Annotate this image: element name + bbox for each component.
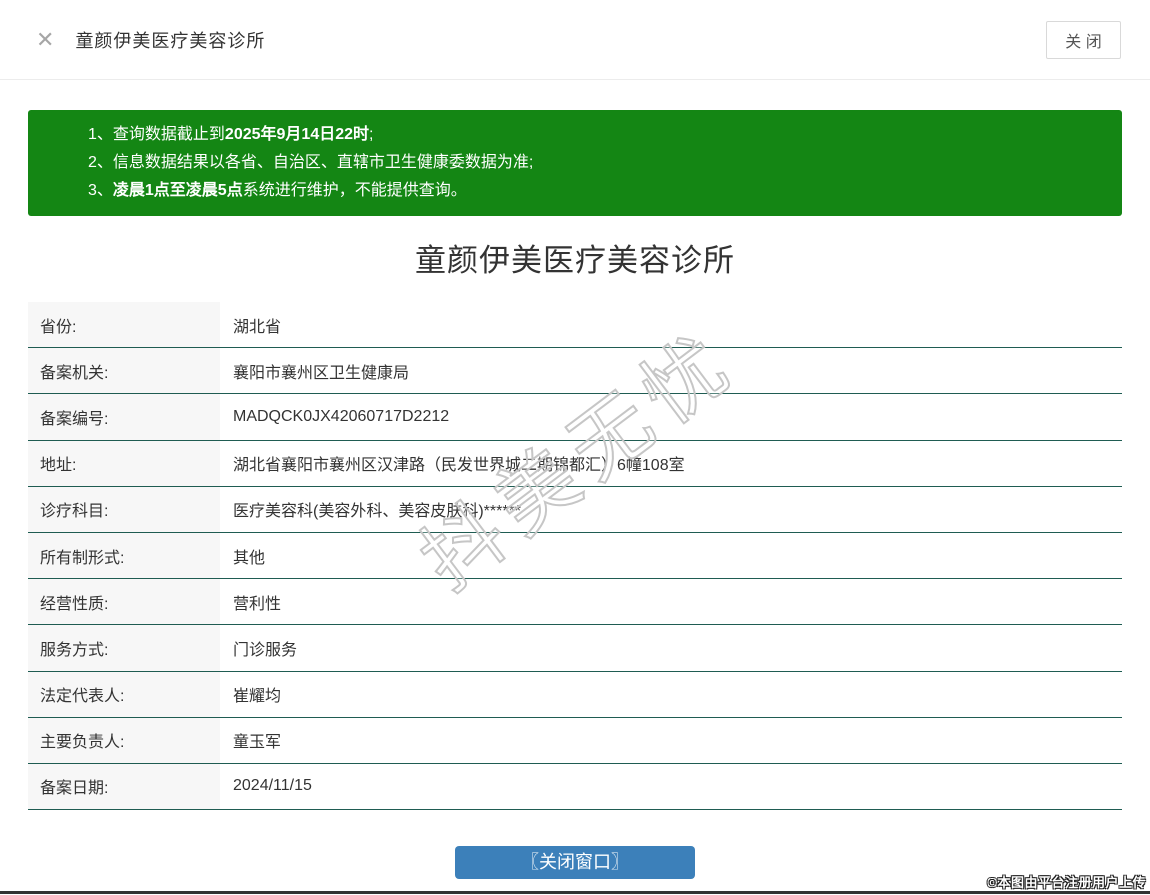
bottom-divider xyxy=(0,891,1150,894)
notice-line-2: 2、信息数据结果以各省、自治区、直辖市卫生健康委数据为准; xyxy=(88,149,1102,177)
row-value: 2024/11/15 xyxy=(220,777,1122,795)
row-label: 法定代表人: xyxy=(28,672,220,717)
row-label: 所有制形式: xyxy=(28,533,220,578)
notice-bold-text: 凌晨1点至凌晨5点 xyxy=(113,182,243,199)
row-value: 医疗美容科(美容外科、美容皮肤科)****** xyxy=(220,497,1122,521)
row-label: 服务方式: xyxy=(28,625,220,670)
table-row-address: 地址: 湖北省襄阳市襄州区汉津路（民发世界城二期锦都汇）6幢108室 xyxy=(28,441,1122,487)
image-credit: ©本图由平台注册用户上传 xyxy=(987,872,1146,891)
close-window-button[interactable]: 〖关闭窗口〗 xyxy=(455,846,695,879)
notice-text: 系统进行维护，不能提供查询。 xyxy=(243,182,467,199)
row-value: 襄阳市襄州区卫生健康局 xyxy=(220,359,1122,383)
notice-box: 1、查询数据截止到2025年9月14日22时; 2、信息数据结果以各省、自治区、… xyxy=(28,110,1122,216)
close-button[interactable]: 关 闭 xyxy=(1046,21,1121,59)
row-value: 营利性 xyxy=(220,590,1122,614)
row-label: 诊疗科目: xyxy=(28,487,220,532)
notice-text: 信息数据结果以各省、自治区、直辖市卫生健康委数据为准; xyxy=(113,154,533,171)
notice-bold-text: 2025年9月14日22时 xyxy=(225,126,369,143)
table-row-filing-date: 备案日期: 2024/11/15 xyxy=(28,764,1122,810)
table-row-ownership: 所有制形式: 其他 xyxy=(28,533,1122,579)
row-value: 其他 xyxy=(220,544,1122,568)
info-table: 省份: 湖北省 备案机关: 襄阳市襄州区卫生健康局 备案编号: MADQCK0J… xyxy=(28,302,1122,810)
row-label: 备案编号: xyxy=(28,394,220,439)
notice-num: 1、 xyxy=(88,126,113,143)
notice-num: 3、 xyxy=(88,182,113,199)
row-label: 省份: xyxy=(28,302,220,347)
row-label: 经营性质: xyxy=(28,579,220,624)
table-row-legal-representative: 法定代表人: 崔耀均 xyxy=(28,672,1122,718)
table-row-service-mode: 服务方式: 门诊服务 xyxy=(28,625,1122,671)
row-label: 备案机关: xyxy=(28,348,220,393)
row-value: MADQCK0JX42060717D2212 xyxy=(220,408,1122,426)
notice-line-1: 1、查询数据截止到2025年9月14日22时; xyxy=(88,121,1102,149)
notice-line-3: 3、凌晨1点至凌晨5点系统进行维护，不能提供查询。 xyxy=(88,177,1102,205)
modal-header: ✕ 童颜伊美医疗美容诊所 关 闭 xyxy=(0,0,1150,80)
row-value: 湖北省 xyxy=(220,313,1122,337)
row-label: 备案日期: xyxy=(28,764,220,809)
table-row-province: 省份: 湖北省 xyxy=(28,302,1122,348)
row-label: 地址: xyxy=(28,441,220,486)
button-row: 〖关闭窗口〗 xyxy=(0,846,1150,879)
table-row-main-person-in-charge: 主要负责人: 童玉军 xyxy=(28,718,1122,764)
notice-text: ; xyxy=(369,126,373,143)
row-value: 湖北省襄阳市襄州区汉津路（民发世界城二期锦都汇）6幢108室 xyxy=(220,451,1122,475)
row-value: 崔耀均 xyxy=(220,682,1122,706)
table-row-departments: 诊疗科目: 医疗美容科(美容外科、美容皮肤科)****** xyxy=(28,487,1122,533)
row-value: 童玉军 xyxy=(220,728,1122,752)
clinic-title: 童颜伊美医疗美容诊所 xyxy=(0,242,1150,280)
header-title: 童颜伊美医疗美容诊所 xyxy=(75,27,265,53)
table-row-filing-authority: 备案机关: 襄阳市襄州区卫生健康局 xyxy=(28,348,1122,394)
close-x-icon[interactable]: ✕ xyxy=(36,29,54,51)
notice-num: 2、 xyxy=(88,154,113,171)
row-value: 门诊服务 xyxy=(220,636,1122,660)
row-label: 主要负责人: xyxy=(28,718,220,763)
table-row-filing-number: 备案编号: MADQCK0JX42060717D2212 xyxy=(28,394,1122,440)
table-row-business-nature: 经营性质: 营利性 xyxy=(28,579,1122,625)
notice-text: 查询数据截止到 xyxy=(113,126,225,143)
